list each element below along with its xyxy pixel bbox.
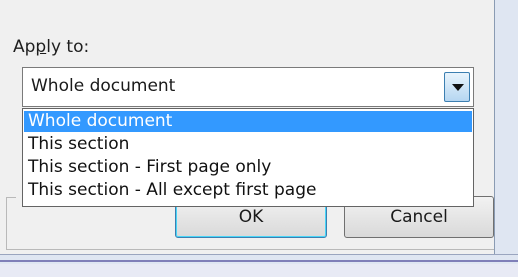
dropdown-option-first-page-only[interactable]: This section - First page only — [24, 157, 472, 178]
dropdown-option-all-except-first-page[interactable]: This section - All except first page — [24, 180, 472, 201]
window-frame-right — [494, 0, 518, 262]
group-border-top — [6, 197, 16, 198]
group-border-left — [6, 197, 7, 249]
dropdown-option-this-section[interactable]: This section — [24, 134, 472, 155]
apply-to-label-accesskey: p — [35, 37, 47, 57]
apply-to-dropdown-list[interactable]: Whole document This section This section… — [22, 108, 474, 207]
window-frame-bottom-edge — [0, 260, 518, 262]
dropdown-option-whole-document[interactable]: Whole document — [24, 111, 472, 132]
apply-to-label-suffix: ly to: — [46, 37, 90, 57]
apply-to-combobox[interactable]: Whole document — [22, 67, 474, 107]
apply-to-label: Apply to: — [13, 37, 89, 57]
apply-to-label-prefix: Ap — [13, 37, 36, 57]
dropdown-button[interactable] — [444, 72, 470, 102]
page-setup-dialog: Apply to: OK Cancel Whole document Whole… — [0, 0, 518, 277]
window-frame-bottom-shade — [0, 264, 518, 277]
apply-to-selected-value: Whole document — [31, 76, 176, 96]
chevron-down-icon — [452, 84, 464, 91]
group-border-bottom — [6, 249, 494, 250]
